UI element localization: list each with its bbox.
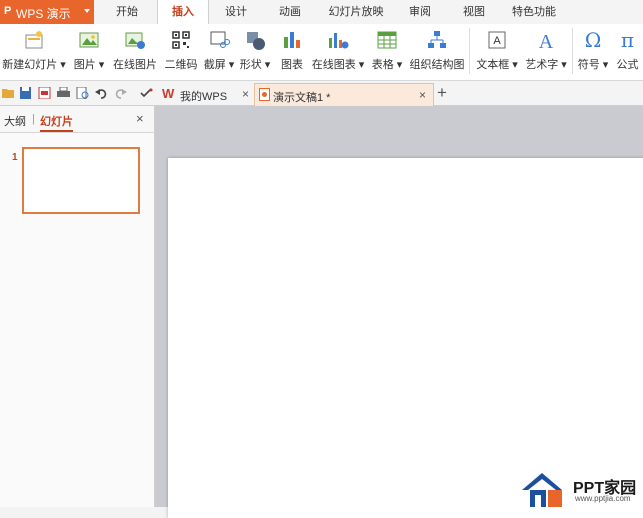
textbox-button[interactable]: A 文本框 ▾ xyxy=(474,26,520,76)
tab-slides[interactable]: 幻灯片 xyxy=(40,113,73,132)
wps-logo-icon: P xyxy=(4,5,12,17)
qrcode-label: 二维码 xyxy=(164,59,198,71)
textbox-icon: A xyxy=(488,31,506,49)
org-chart-label: 组织结构图 xyxy=(409,59,465,71)
symbol-button[interactable]: Ω 符号 ▾ xyxy=(576,26,610,76)
ribbon-separator xyxy=(469,28,470,74)
qrcode-button[interactable]: 二维码 xyxy=(162,26,200,76)
wps-w-icon: W xyxy=(162,86,175,101)
tab-insert[interactable]: 插入 xyxy=(157,0,209,25)
screenshot-icon xyxy=(210,31,230,48)
tab-special-features[interactable]: 特色功能 xyxy=(506,0,562,24)
house-logo-icon xyxy=(522,473,562,507)
print-preview-icon[interactable] xyxy=(76,87,89,99)
ribbon-insert: 新建幻灯片 ▾ 图片 ▾ 在线图片 二维码 截屏 ▾ 形状 ▾ 图表 在线图表 … xyxy=(0,24,643,81)
slide-editor[interactable] xyxy=(168,158,643,518)
export-pdf-icon[interactable] xyxy=(38,87,51,99)
tab-start[interactable]: 开始 xyxy=(100,0,154,24)
formula-button[interactable]: π 公式 xyxy=(612,26,643,76)
undo-icon[interactable] xyxy=(95,87,108,99)
tab-view[interactable]: 视图 xyxy=(450,0,498,24)
quick-access-bar: W 我的WPS × 演示文稿1 * × + xyxy=(0,81,643,106)
new-slide-button[interactable]: 新建幻灯片 ▾ xyxy=(1,26,67,76)
org-chart-icon xyxy=(428,31,446,48)
app-name: WPS 演示 xyxy=(16,7,71,21)
new-slide-label: 新建幻灯片 ▾ xyxy=(2,59,66,71)
tab-outline[interactable]: 大纲 xyxy=(4,113,26,129)
picture-button[interactable]: 图片 ▾ xyxy=(70,26,108,76)
ribbon-separator xyxy=(572,28,573,74)
textbox-label: 文本框 ▾ xyxy=(476,59,518,71)
qrcode-icon xyxy=(172,31,190,49)
dropdown-arrow-icon xyxy=(84,9,90,13)
wordart-icon: A xyxy=(539,31,554,51)
screenshot-button[interactable]: 截屏 ▾ xyxy=(202,26,236,76)
redo-icon[interactable] xyxy=(114,87,127,99)
slide-panel-header: 大纲 | 幻灯片 × xyxy=(0,106,154,133)
tab-review[interactable]: 审阅 xyxy=(396,0,444,24)
formula-pi-icon: π xyxy=(620,28,635,52)
watermark-url: www.pptjia.com xyxy=(575,494,631,503)
online-chart-label: 在线图表 ▾ xyxy=(311,59,365,71)
chart-icon xyxy=(284,32,300,48)
symbol-omega-icon: Ω xyxy=(584,28,602,52)
print-icon[interactable] xyxy=(57,87,70,99)
doc-tab-my-wps[interactable]: W 我的WPS × xyxy=(158,83,254,105)
shapes-icon xyxy=(247,32,265,50)
close-tab-icon[interactable]: × xyxy=(419,88,426,102)
table-icon xyxy=(377,31,397,49)
wordart-label: 艺术字 ▾ xyxy=(525,59,567,71)
presentation-file-icon xyxy=(259,88,270,101)
online-picture-button[interactable]: 在线图片 xyxy=(110,26,160,76)
chart-button[interactable]: 图表 xyxy=(275,26,309,76)
watermark: PPT家园 www.pptjia.com xyxy=(516,470,643,507)
slide-thumbnail[interactable] xyxy=(22,147,140,214)
online-picture-label: 在线图片 xyxy=(113,59,157,71)
customize-toolbar-icon[interactable] xyxy=(140,87,153,99)
symbol-label: 符号 ▾ xyxy=(577,59,609,71)
new-slide-icon xyxy=(25,31,43,49)
doc-tab-presentation[interactable]: 演示文稿1 * × xyxy=(254,83,434,106)
table-label: 表格 ▾ xyxy=(371,59,403,71)
picture-icon xyxy=(79,32,99,48)
online-chart-icon xyxy=(329,33,349,49)
open-folder-icon[interactable] xyxy=(2,87,15,99)
new-tab-icon[interactable]: + xyxy=(437,83,447,103)
tab-divider: | xyxy=(32,113,35,125)
shapes-button[interactable]: 形状 ▾ xyxy=(238,26,272,76)
menu-bar: P WPS 演示 开始 插入 设计 动画 幻灯片放映 审阅 视图 特色功能 xyxy=(0,0,643,25)
online-picture-icon xyxy=(125,32,145,49)
close-tab-icon[interactable]: × xyxy=(242,87,249,101)
chart-label: 图表 xyxy=(281,59,303,71)
table-button[interactable]: 表格 ▾ xyxy=(368,26,406,76)
org-chart-button[interactable]: 组织结构图 xyxy=(409,26,465,76)
screenshot-label: 截屏 ▾ xyxy=(203,59,235,71)
app-menu-button[interactable]: P WPS 演示 xyxy=(0,0,94,24)
picture-label: 图片 ▾ xyxy=(73,59,105,71)
shapes-label: 形状 ▾ xyxy=(239,59,271,71)
tab-animation[interactable]: 动画 xyxy=(266,0,314,24)
editing-canvas xyxy=(155,106,643,518)
slide-number: 1 xyxy=(12,152,18,163)
online-chart-button[interactable]: 在线图表 ▾ xyxy=(310,26,366,76)
slide-panel: 大纲 | 幻灯片 × 1 xyxy=(0,106,155,507)
doc-tab-label: 我的WPS xyxy=(180,91,228,103)
close-panel-icon[interactable]: × xyxy=(136,111,144,126)
save-icon[interactable] xyxy=(19,87,32,99)
tab-slideshow[interactable]: 幻灯片放映 xyxy=(322,0,390,24)
wordart-button[interactable]: A 艺术字 ▾ xyxy=(523,26,569,76)
svg-text:A: A xyxy=(493,35,501,47)
doc-tab-label: 演示文稿1 * xyxy=(273,92,331,104)
formula-label: 公式 xyxy=(616,59,639,71)
tab-design[interactable]: 设计 xyxy=(212,0,260,24)
svg-text:A: A xyxy=(539,31,554,51)
